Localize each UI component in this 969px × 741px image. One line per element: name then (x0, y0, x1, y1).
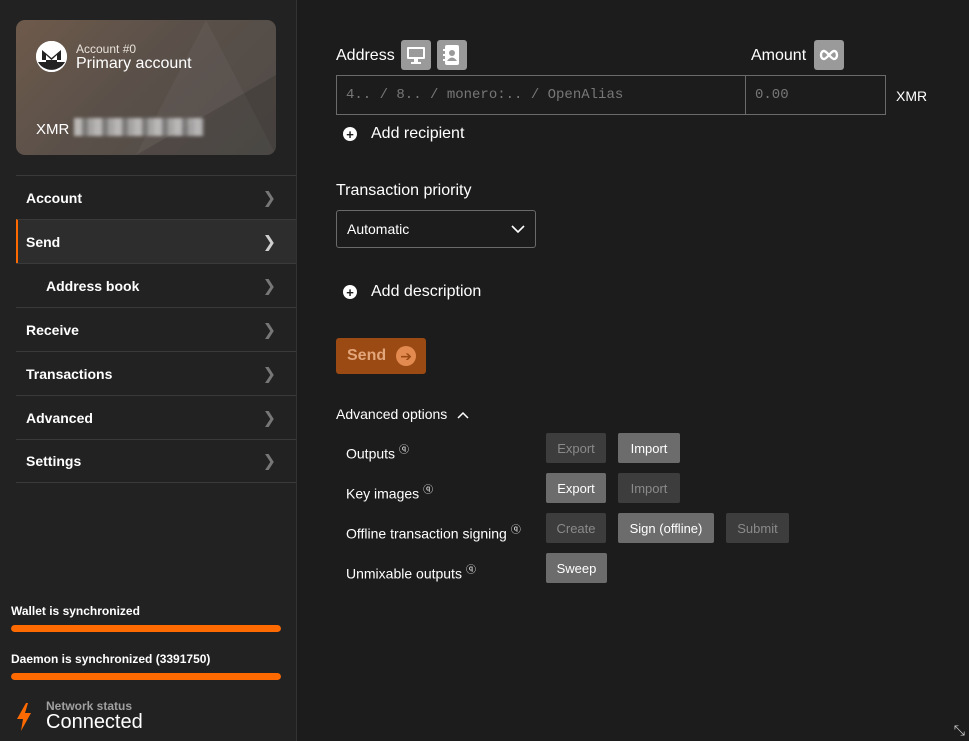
account-card[interactable]: Account #0 Primary account XMR (16, 20, 276, 155)
daemon-sync-label: Daemon is synchronized (3391750) (11, 652, 211, 666)
wallet-sync-progress (11, 625, 281, 632)
sidebar-item-label: Send (26, 233, 61, 250)
unmixable-outputs-label: Unmixable outputs ⓠ (346, 561, 476, 582)
chevron-right-icon: ❯ (262, 189, 276, 207)
send-page: Address Amount 4.. / 8.. / monero:.. / O… (297, 0, 969, 741)
monitor-icon[interactable] (401, 40, 431, 70)
chevron-right-icon: ❯ (262, 409, 276, 427)
network-status-value: Connected (46, 711, 143, 733)
sidebar-item-label: Receive (26, 321, 79, 338)
chevron-right-icon: ❯ (262, 233, 276, 251)
key-images-label: Key images ⓠ (346, 481, 433, 502)
chevron-right-icon: ❯ (262, 277, 276, 295)
outputs-import-button[interactable]: Import (618, 433, 680, 463)
sweep-button[interactable]: Sweep (546, 553, 607, 583)
offline-signing-label: Offline transaction signing ⓠ (346, 521, 521, 542)
key-images-import-button[interactable]: Import (618, 473, 680, 503)
add-description-button[interactable]: Add description (371, 283, 481, 301)
help-icon[interactable]: ⓠ (423, 485, 433, 496)
daemon-sync-fill (11, 673, 281, 680)
offline-sign-button[interactable]: Sign (offline) (618, 513, 714, 543)
chevron-right-icon: ❯ (262, 321, 276, 339)
resize-handle-icon[interactable]: ⤡ (954, 722, 965, 739)
priority-value: Automatic (347, 221, 410, 237)
infinity-icon[interactable] (814, 40, 844, 70)
account-index: Account #0 (76, 42, 137, 56)
balance-currency: XMR (36, 121, 70, 138)
chevron-up-icon (457, 411, 469, 419)
wallet-sync-label: Wallet is synchronized (11, 604, 140, 618)
sidebar: Account #0 Primary account XMR Account ❯… (0, 0, 297, 741)
sidebar-item-transactions[interactable]: Transactions ❯ (16, 351, 296, 395)
outputs-export-button[interactable]: Export (546, 433, 606, 463)
add-recipient-button[interactable]: Add recipient (371, 125, 464, 143)
plus-circle-icon[interactable]: + (343, 285, 357, 299)
sidebar-item-label: Settings (26, 453, 82, 469)
amount-label: Amount (751, 47, 807, 64)
amount-currency: XMR (896, 88, 928, 104)
row-label-text: Offline transaction signing (346, 525, 507, 542)
key-images-export-button[interactable]: Export (546, 473, 606, 503)
sidebar-item-advanced[interactable]: Advanced ❯ (16, 395, 296, 439)
card-decoration (136, 75, 276, 155)
sidebar-menu: Account ❯ Send ❯ Address book ❯ Receive … (16, 175, 296, 483)
amount-input[interactable]: 0.00 (745, 75, 886, 115)
address-label: Address (336, 47, 395, 64)
daemon-sync-progress (11, 673, 281, 680)
monero-logo-icon (36, 41, 67, 72)
lightning-bolt-icon (17, 703, 31, 731)
row-label-text: Outputs (346, 445, 396, 462)
row-label-text: Key images (346, 485, 420, 502)
sidebar-item-receive[interactable]: Receive ❯ (16, 307, 296, 351)
sidebar-item-label: Address book (46, 277, 140, 294)
advanced-options-toggle[interactable]: Advanced options (336, 406, 469, 422)
offline-create-button[interactable]: Create (546, 513, 606, 543)
offline-submit-button[interactable]: Submit (726, 513, 789, 543)
sidebar-item-send[interactable]: Send ❯ (16, 219, 296, 263)
address-input[interactable]: 4.. / 8.. / monero:.. / OpenAlias (336, 75, 746, 115)
send-button-label: Send (347, 347, 387, 364)
chevron-right-icon: ❯ (262, 453, 276, 470)
outputs-label: Outputs ⓠ (346, 441, 409, 462)
help-icon[interactable]: ⓠ (466, 565, 476, 576)
arrow-right-icon: ➔ (396, 346, 417, 366)
chevron-down-icon (511, 224, 525, 233)
help-icon[interactable]: ⓠ (399, 445, 409, 456)
priority-label: Transaction priority (336, 182, 472, 199)
help-icon[interactable]: ⓠ (511, 525, 521, 536)
priority-select[interactable]: Automatic (336, 210, 536, 248)
hidden-balance (74, 118, 204, 136)
account-name: Primary account (76, 55, 192, 72)
sidebar-item-label: Transactions (26, 365, 113, 382)
sidebar-item-settings[interactable]: Settings ❯ (16, 439, 296, 483)
sidebar-item-account[interactable]: Account ❯ (16, 175, 296, 219)
sidebar-item-address-book[interactable]: Address book ❯ (16, 263, 296, 307)
send-button[interactable]: Send ➔ (336, 338, 426, 374)
address-book-icon[interactable] (437, 40, 467, 70)
sidebar-item-label: Advanced (26, 409, 93, 426)
wallet-sync-fill (11, 625, 281, 632)
advanced-options-label: Advanced options (336, 406, 448, 422)
plus-circle-icon[interactable]: + (343, 127, 357, 141)
chevron-right-icon: ❯ (262, 365, 276, 383)
row-label-text: Unmixable outputs (346, 565, 462, 582)
sidebar-item-label: Account (26, 189, 82, 206)
